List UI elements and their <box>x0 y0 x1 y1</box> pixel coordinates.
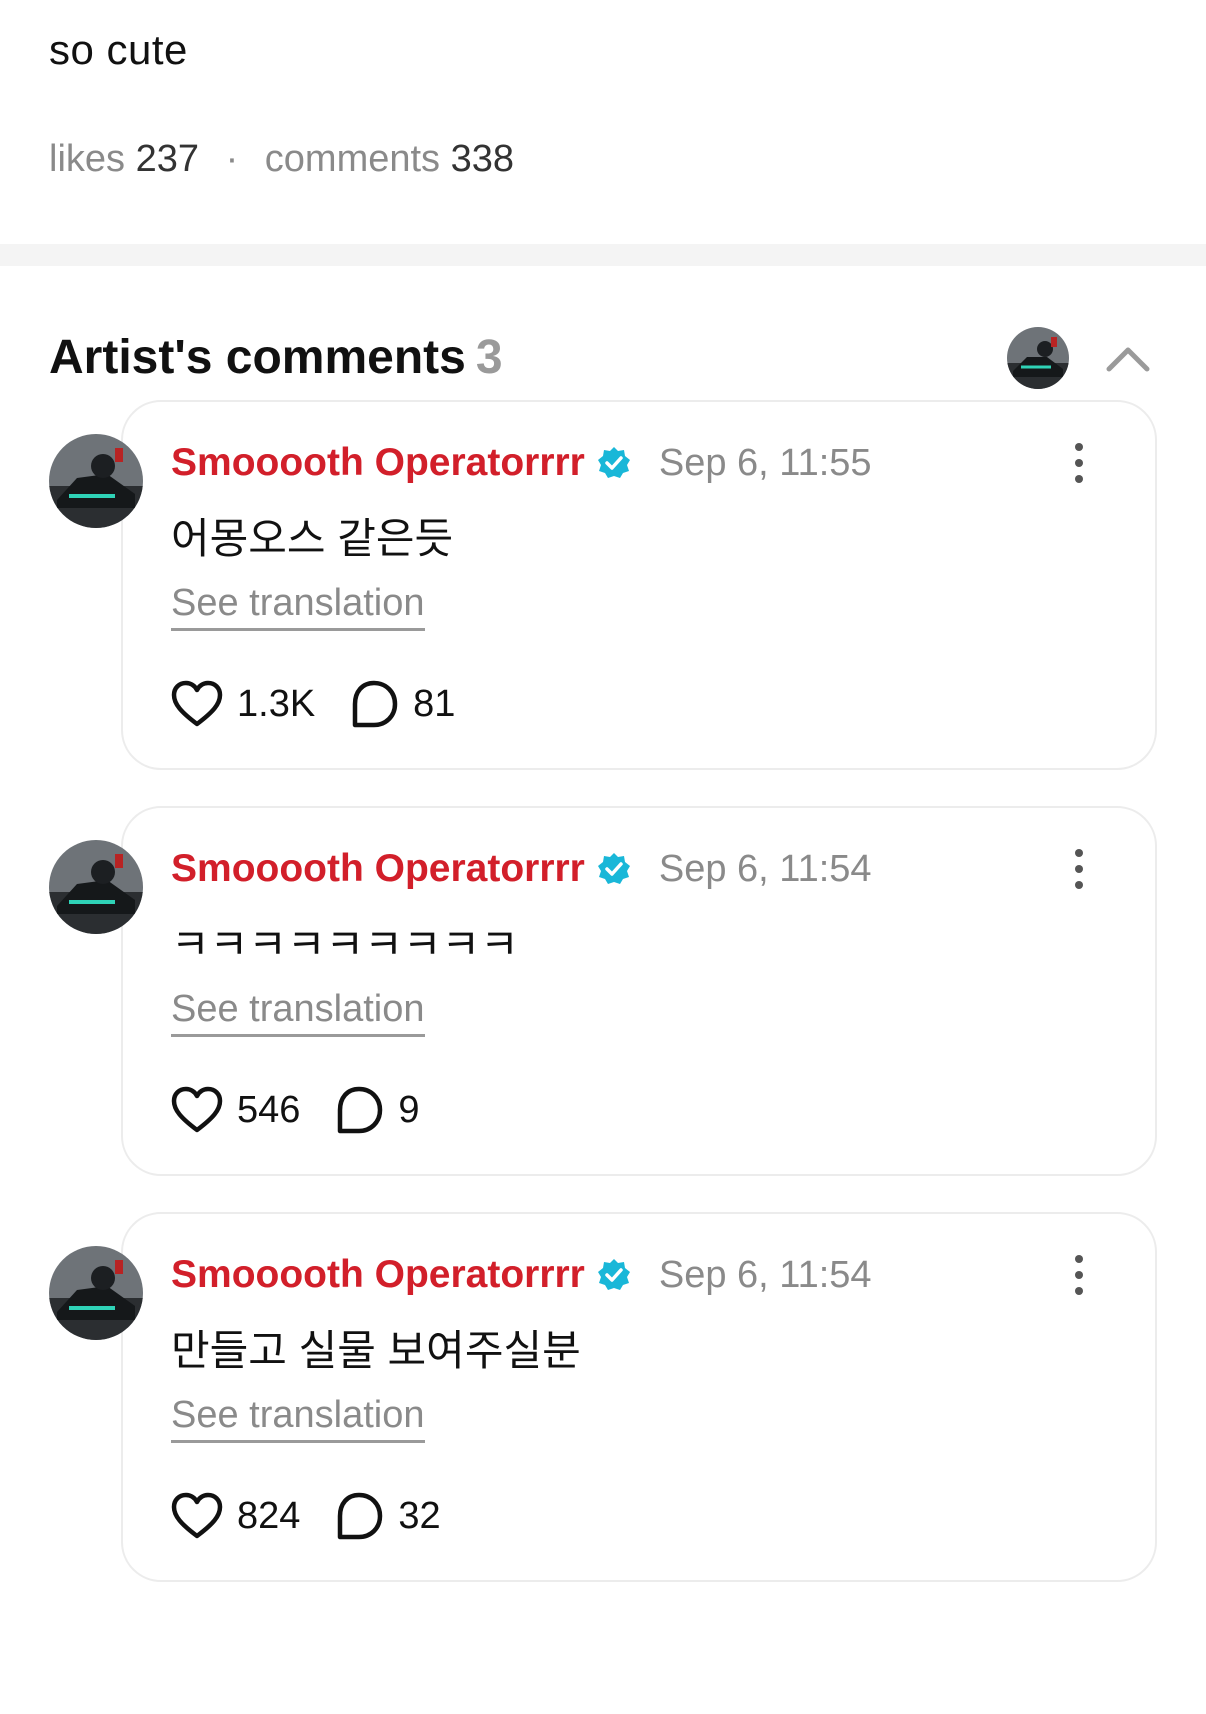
speech-bubble-icon <box>338 1086 383 1134</box>
likes-label: likes <box>49 138 126 180</box>
section-divider <box>0 244 1206 266</box>
comment-card[interactable]: Smooooth Operatorrrr Sep 6, 11:54 만들고 실물… <box>121 1212 1157 1582</box>
comments-count: 338 <box>450 138 515 180</box>
comment-avatar[interactable] <box>49 1246 143 1340</box>
see-translation-link[interactable]: See translation <box>171 1394 425 1443</box>
stats-separator: · <box>225 138 239 180</box>
artist-avatar[interactable] <box>1007 327 1069 389</box>
post-text: so cute <box>49 26 188 73</box>
comment-body: ㅋㅋㅋㅋㅋㅋㅋㅋㅋ <box>171 921 519 968</box>
comment-body: 어몽오스 같은듯 <box>171 515 454 562</box>
comment-card[interactable]: Smooooth Operatorrrr Sep 6, 11:54 ㅋㅋㅋㅋㅋㅋ… <box>121 806 1157 1176</box>
speech-bubble-icon <box>352 680 398 728</box>
artist-comment: Smooooth Operatorrrr Sep 6, 11:54 ㅋㅋㅋㅋㅋㅋ… <box>0 806 1206 1176</box>
collapse-button[interactable] <box>1100 330 1156 386</box>
artist-comments-count: 3 <box>475 331 503 384</box>
artist-comment: Smooooth Operatorrrr Sep 6, 11:54 만들고 실물… <box>0 1212 1206 1582</box>
reply-button[interactable]: 81 <box>349 679 455 729</box>
reply-button[interactable]: 9 <box>334 1085 420 1135</box>
heart-icon <box>171 680 223 727</box>
like-button[interactable]: 1.3K <box>171 680 315 728</box>
comment-author[interactable]: Smooooth Operatorrrr <box>171 1253 585 1297</box>
like-count: 546 <box>237 1088 301 1131</box>
comment-card[interactable]: Smooooth Operatorrrr Sep 6, 11:55 어몽오스 같… <box>121 400 1157 770</box>
reply-count: 9 <box>398 1088 420 1131</box>
see-translation-link[interactable]: See translation <box>171 582 425 631</box>
reply-button[interactable]: 32 <box>334 1491 441 1541</box>
more-options-icon[interactable] <box>1059 438 1099 488</box>
comments-label: comments <box>264 138 441 180</box>
comment-actions: 824 32 <box>171 1488 441 1544</box>
reply-count: 32 <box>398 1494 441 1537</box>
reply-count: 81 <box>413 682 456 725</box>
post-stats: likes 237 · comments 338 <box>49 138 514 181</box>
like-button[interactable]: 824 <box>171 1492 300 1540</box>
comment-avatar[interactable] <box>49 434 143 528</box>
verified-badge-icon <box>597 1258 631 1292</box>
see-translation-link[interactable]: See translation <box>171 988 425 1037</box>
verified-badge-icon <box>597 852 631 886</box>
artist-comments-title-text: Artist's comments <box>49 331 466 384</box>
comment-actions: 546 9 <box>171 1082 420 1138</box>
comment-header: Smooooth Operatorrrr Sep 6, 11:55 <box>171 438 872 488</box>
like-button[interactable]: 546 <box>171 1086 300 1134</box>
comment-timestamp: Sep 6, 11:55 <box>658 441 872 484</box>
like-count: 824 <box>237 1494 301 1537</box>
like-count: 1.3K <box>237 682 316 725</box>
more-options-icon[interactable] <box>1059 844 1099 894</box>
comment-timestamp: Sep 6, 11:54 <box>658 847 872 890</box>
comment-author[interactable]: Smooooth Operatorrrr <box>171 441 585 485</box>
artist-comments-title: Artist's comments 3 <box>49 330 503 385</box>
artist-comment: Smooooth Operatorrrr Sep 6, 11:55 어몽오스 같… <box>0 400 1206 770</box>
comment-author[interactable]: Smooooth Operatorrrr <box>171 847 585 891</box>
speech-bubble-icon <box>338 1492 383 1540</box>
likes-count: 237 <box>135 138 199 180</box>
comment-header: Smooooth Operatorrrr Sep 6, 11:54 <box>171 844 872 894</box>
comment-timestamp: Sep 6, 11:54 <box>658 1253 872 1296</box>
comment-actions: 1.3K 81 <box>171 676 455 732</box>
comment-avatar[interactable] <box>49 840 143 934</box>
heart-icon <box>171 1492 223 1539</box>
verified-badge-icon <box>597 446 631 480</box>
chevron-up-icon <box>1106 347 1150 372</box>
comment-header: Smooooth Operatorrrr Sep 6, 11:54 <box>171 1250 872 1300</box>
heart-icon <box>171 1086 223 1133</box>
more-options-icon[interactable] <box>1059 1250 1099 1300</box>
comment-body: 만들고 실물 보여주실분 <box>171 1327 581 1374</box>
